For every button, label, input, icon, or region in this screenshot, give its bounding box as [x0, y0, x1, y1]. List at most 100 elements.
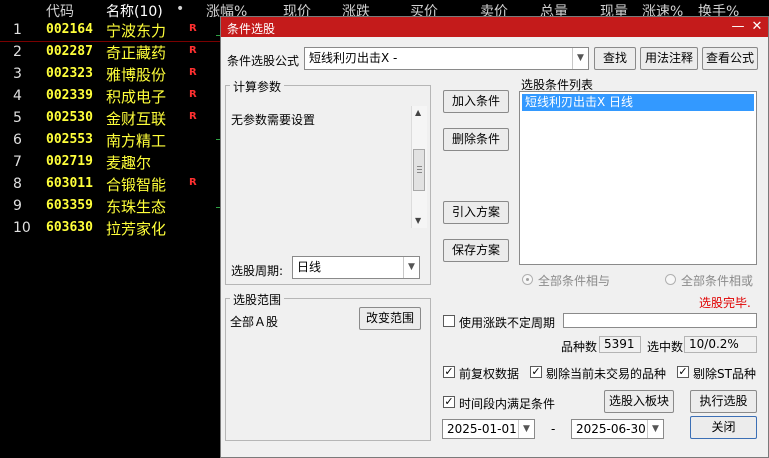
scroll-thumb[interactable]: [413, 149, 425, 191]
delete-condition-button[interactable]: 删除条件: [443, 128, 509, 151]
col-dot: •: [176, 1, 185, 17]
date-separator: -: [551, 422, 556, 436]
scope-group-title: 选股范围: [230, 291, 285, 308]
chevron-down-icon[interactable]: ▼: [403, 257, 419, 278]
period-value: 日线: [297, 260, 322, 274]
date-to-picker[interactable]: 2025-06-30 ▼: [571, 419, 664, 439]
radio-all-or[interactable]: [665, 274, 676, 285]
status-text: 选股完毕.: [699, 296, 751, 310]
date-to-value: 2025-06-30: [576, 422, 646, 436]
exclude-st-label: 剔除ST品种: [693, 367, 756, 381]
change-scope-button[interactable]: 改变范围: [359, 307, 421, 330]
stock-name: 东珠生态: [106, 198, 167, 216]
within-period-checkbox[interactable]: ✓: [443, 396, 455, 408]
selected-row-underline: [0, 41, 230, 42]
margin-flag: R: [189, 45, 197, 56]
chevron-down-icon[interactable]: ▼: [647, 420, 663, 438]
stock-name: 宁波东力: [106, 22, 167, 40]
stock-name: 麦趣尔: [106, 154, 152, 172]
params-scrollbar[interactable]: ▲ ▼: [411, 106, 427, 228]
table-row[interactable]: 1 002164 宁波东力 R: [0, 20, 230, 42]
formula-value: 短线利刃出击X -: [309, 51, 398, 65]
stock-code: 603359: [46, 198, 93, 213]
table-row[interactable]: 2 002287 奇正藏药 R: [0, 42, 230, 64]
radio-all-and[interactable]: [522, 274, 533, 285]
find-button[interactable]: 查找: [594, 47, 636, 70]
params-group-title: 计算参数: [230, 78, 285, 95]
close-icon[interactable]: ✕: [749, 19, 765, 35]
table-row[interactable]: 3 002323 雅博股份 R: [0, 64, 230, 86]
stock-name: 积成电子: [106, 88, 167, 106]
exclude-st-checkbox[interactable]: ✓: [677, 366, 689, 378]
margin-flag: R: [189, 23, 197, 34]
to-board-button[interactable]: 选股入板块: [604, 390, 674, 413]
usage-notes-button[interactable]: 用法注释: [640, 47, 698, 70]
radio-all-or-label: 全部条件相或: [681, 274, 754, 288]
close-button[interactable]: 关闭: [690, 416, 757, 439]
table-row[interactable]: 10 603630 拉芳家化: [0, 218, 230, 240]
condition-selection-dialog: 条件选股 — ✕ 条件选股公式 短线利刃出击X - ▼ 查找 用法注释 查看公式…: [220, 16, 769, 458]
scroll-up-icon[interactable]: ▲: [415, 108, 421, 117]
row-index: 10: [13, 220, 31, 236]
period-select[interactable]: 日线 ▼: [292, 256, 420, 279]
selected-value: 10/0.2%: [684, 336, 757, 353]
dialog-titlebar[interactable]: 条件选股 — ✕: [221, 17, 768, 37]
row-index: 6: [13, 132, 22, 148]
add-condition-button[interactable]: 加入条件: [443, 90, 509, 113]
stock-name: 合锻智能: [106, 176, 167, 194]
formula-select[interactable]: 短线利刃出击X - ▼: [304, 47, 589, 70]
row-index: 9: [13, 198, 22, 214]
stock-code: 002719: [46, 154, 93, 169]
list-item[interactable]: 短线利刃出击X 日线: [522, 94, 754, 111]
stock-code: 002287: [46, 44, 93, 59]
row-index: 2: [13, 44, 22, 60]
pre-adjust-label: 前复权数据: [459, 367, 520, 381]
save-plan-button[interactable]: 保存方案: [443, 239, 509, 262]
table-row[interactable]: 7 002719 麦趣尔: [0, 152, 230, 174]
view-formula-button[interactable]: 查看公式: [702, 47, 758, 70]
chevron-down-icon[interactable]: ▼: [572, 48, 588, 69]
use-uncertain-period-checkbox[interactable]: [443, 315, 455, 327]
radio-all-and-label: 全部条件相与: [538, 274, 611, 288]
date-from-picker[interactable]: 2025-01-01 ▼: [442, 419, 535, 439]
col-name[interactable]: 名称(10): [106, 1, 163, 21]
conditions-list[interactable]: 短线利刃出击X 日线: [519, 91, 757, 265]
scope-value: 全部Ａ股: [230, 315, 279, 329]
row-index: 7: [13, 154, 22, 170]
row-index: 5: [13, 110, 22, 126]
dialog-title: 条件选股: [227, 22, 276, 36]
execute-button[interactable]: 执行选股: [690, 390, 757, 413]
stock-code: 002339: [46, 88, 93, 103]
minimize-icon[interactable]: —: [730, 19, 746, 35]
import-plan-button[interactable]: 引入方案: [443, 201, 509, 224]
col-code[interactable]: 代码: [46, 1, 74, 21]
formula-label: 条件选股公式: [227, 54, 300, 68]
stock-name: 雅博股份: [106, 66, 167, 84]
count-value: 5391: [599, 336, 641, 353]
stock-code: 002553: [46, 132, 93, 147]
exclude-untraded-label: 剔除当前未交易的品种: [546, 367, 667, 381]
stock-name: 奇正藏药: [106, 44, 167, 62]
stock-code: 002530: [46, 110, 93, 125]
uncertain-period-input[interactable]: [563, 313, 757, 328]
table-row[interactable]: 9 603359 东珠生态: [0, 196, 230, 218]
stock-name: 南方精工: [106, 132, 167, 150]
stock-code: 603630: [46, 220, 93, 235]
stock-code: 002164: [46, 22, 93, 37]
table-row[interactable]: 5 002530 金财互联 R: [0, 108, 230, 130]
margin-flag: R: [189, 67, 197, 78]
scroll-down-icon[interactable]: ▼: [415, 216, 421, 225]
row-index: 4: [13, 88, 22, 104]
exclude-untraded-checkbox[interactable]: ✓: [530, 366, 542, 378]
row-index: 3: [13, 66, 22, 82]
count-label: 品种数: [561, 340, 598, 354]
chevron-down-icon[interactable]: ▼: [518, 420, 534, 438]
pre-adjust-checkbox[interactable]: ✓: [443, 366, 455, 378]
table-row[interactable]: 6 002553 南方精工: [0, 130, 230, 152]
use-uncertain-period-label: 使用涨跌不定周期: [459, 316, 556, 330]
row-index: 1: [13, 22, 22, 38]
table-row[interactable]: 4 002339 积成电子 R: [0, 86, 230, 108]
table-row[interactable]: 8 603011 合锻智能 R: [0, 174, 230, 196]
row-index: 8: [13, 176, 22, 192]
date-from-value: 2025-01-01: [447, 422, 517, 436]
